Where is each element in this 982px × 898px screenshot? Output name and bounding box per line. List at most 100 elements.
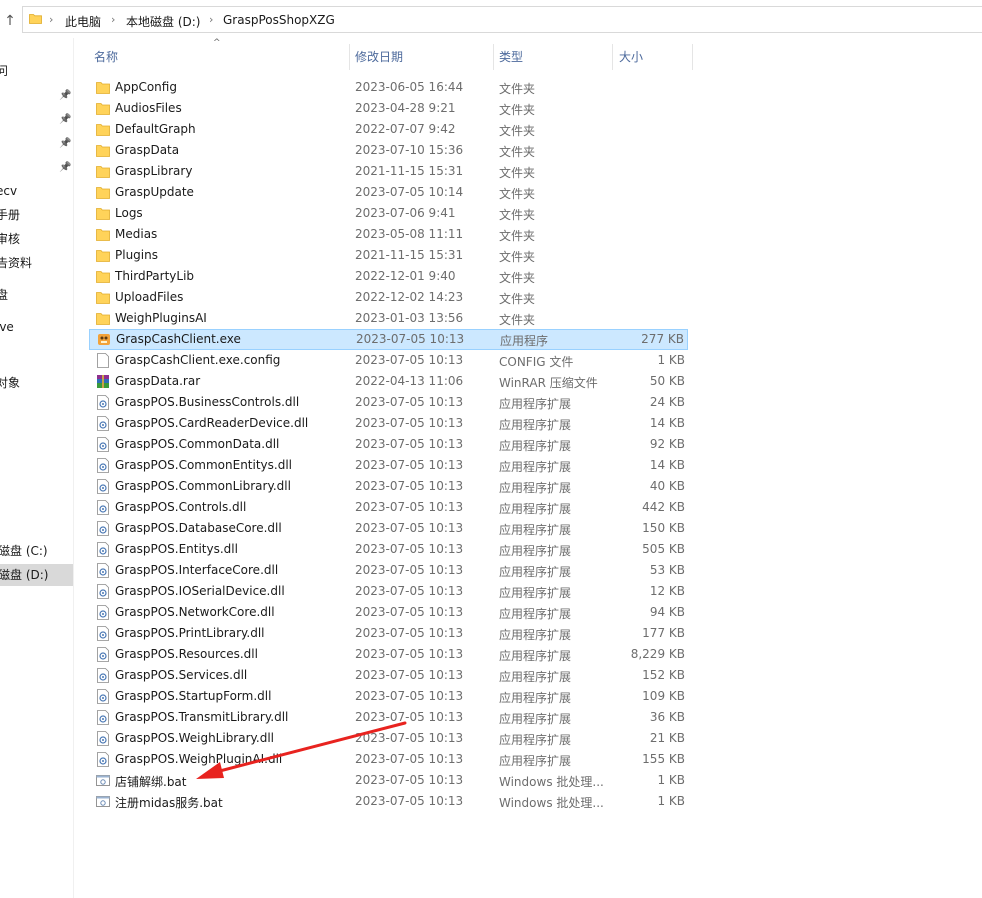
file-row[interactable]: GraspPOS.Controls.dll 2023-07-05 10:13 应用程… <box>89 497 688 518</box>
nav-item[interactable]: 磁盘 (D:) <box>0 564 73 586</box>
file-row[interactable]: GraspPOS.WeighPluginAI.dll 2023-07-05 10:… <box>89 749 688 770</box>
file-row[interactable]: GraspPOS.NetworkCore.dll 2023-07-05 10:13… <box>89 602 688 623</box>
file-row[interactable]: UploadFiles 2022-12-02 14:23 文件夹 <box>89 287 688 308</box>
file-row[interactable]: GraspPOS.Services.dll 2023-07-05 10:13 应用程… <box>89 665 688 686</box>
file-row[interactable]: GraspData 2023-07-10 15:36 文件夹 <box>89 140 688 161</box>
file-date: 2023-05-08 11:11 <box>355 227 464 241</box>
file-row[interactable]: GraspPOS.TransmitLibrary.dll 2023-07-05 1… <box>89 707 688 728</box>
file-row[interactable]: GraspCashClient.exe 2023-07-05 10:13 应用程序 2… <box>89 329 688 350</box>
file-name: GraspPOS.InterfaceCore.dll <box>115 563 279 577</box>
file-row[interactable]: GraspPOS.DatabaseCore.dll 2023-07-05 10:1… <box>89 518 688 539</box>
up-arrow-icon[interactable]: ↑ <box>2 12 18 30</box>
column-header-type[interactable]: 类型 <box>499 44 523 70</box>
breadcrumb-this-pc[interactable]: 此电脑 <box>65 13 101 30</box>
folder-icon <box>96 101 110 116</box>
column-divider[interactable] <box>349 44 350 70</box>
file-row[interactable]: 注册midas服务.bat 2023-07-05 10:13 Windows 批处理… <box>89 791 688 812</box>
file-name: GraspPOS.WeighPluginAI.dll <box>115 752 283 766</box>
dll-icon <box>96 542 110 557</box>
file-name: GraspPOS.Resources.dll <box>115 647 258 661</box>
dll-icon <box>96 647 110 662</box>
folder-icon <box>96 290 110 305</box>
file-name: Plugins <box>115 248 158 262</box>
file-type: Windows 批处理... <box>499 775 604 789</box>
file-row[interactable]: GraspPOS.CommonData.dll 2023-07-05 10:13 应… <box>89 434 688 455</box>
file-date: 2023-07-05 10:13 <box>355 395 464 409</box>
file-date: 2023-07-05 10:13 <box>355 689 464 703</box>
file-row[interactable]: GraspData.rar 2022-04-13 11:06 WinRAR 压缩文件… <box>89 371 688 392</box>
file-size: 1 KB <box>657 353 685 367</box>
file-name: GraspCashClient.exe <box>116 332 241 346</box>
file-date: 2023-07-05 10:13 <box>355 794 464 808</box>
column-divider[interactable] <box>692 44 693 70</box>
file-row[interactable]: GraspCashClient.exe.config 2023-07-05 10:… <box>89 350 688 371</box>
nav-item[interactable]: 问 <box>0 60 73 82</box>
pin-icon[interactable]: 📌 <box>59 114 71 126</box>
file-row[interactable]: Medias 2023-05-08 11:11 文件夹 <box>89 224 688 245</box>
nav-item[interactable]: 磁盘 (C:) <box>0 540 73 562</box>
nav-item[interactable]: 告资料 <box>0 252 73 274</box>
file-size: 12 KB <box>649 584 685 598</box>
file-row[interactable]: GraspPOS.CommonLibrary.dll 2023-07-05 10:… <box>89 476 688 497</box>
pin-icon[interactable]: 📌 <box>59 138 71 150</box>
file-row[interactable]: GraspLibrary 2021-11-15 15:31 文件夹 <box>89 161 688 182</box>
file-row[interactable]: ThirdPartyLib 2022-12-01 9:40 文件夹 <box>89 266 688 287</box>
file-row[interactable]: AudiosFiles 2023-04-28 9:21 文件夹 <box>89 98 688 119</box>
file-row[interactable]: GraspPOS.PrintLibrary.dll 2023-07-05 10:1… <box>89 623 688 644</box>
file-row[interactable]: Logs 2023-07-06 9:41 文件夹 <box>89 203 688 224</box>
column-divider[interactable] <box>612 44 613 70</box>
nav-item[interactable]: 审核 <box>0 228 73 250</box>
nav-item[interactable]: ive <box>0 316 73 338</box>
file-row[interactable]: GraspPOS.WeighLibrary.dll 2023-07-05 10:1… <box>89 728 688 749</box>
file-row[interactable]: AppConfig 2023-06-05 16:44 文件夹 <box>89 77 688 98</box>
file-type: 应用程序扩展 <box>499 670 572 684</box>
file-name: GraspPOS.Services.dll <box>115 668 248 682</box>
address-bar[interactable]: › 此电脑 › 本地磁盘 (D:) › GraspPosShopXZG <box>22 6 982 33</box>
file-row[interactable]: GraspUpdate 2023-07-05 10:14 文件夹 <box>89 182 688 203</box>
dll-icon <box>96 752 110 767</box>
dll-icon <box>96 689 110 704</box>
file-size: 40 KB <box>649 479 685 493</box>
nav-item[interactable]: ecv <box>0 180 73 202</box>
file-type: 应用程序扩展 <box>499 481 572 495</box>
breadcrumb-chevron-icon: › <box>111 13 116 26</box>
file-size: 155 KB <box>642 752 685 766</box>
file-row[interactable]: GraspPOS.CardReaderDevice.dll 2023-07-05 … <box>89 413 688 434</box>
breadcrumb-drive-d[interactable]: 本地磁盘 (D:) <box>126 13 200 30</box>
file-row[interactable]: DefaultGraph 2022-07-07 9:42 文件夹 <box>89 119 688 140</box>
dll-icon <box>96 395 110 410</box>
folder-icon <box>96 185 110 200</box>
file-type: 文件夹 <box>499 229 536 243</box>
nav-item-label: ecv <box>0 184 18 198</box>
pin-icon[interactable]: 📌 <box>59 162 71 174</box>
nav-item[interactable]: 对象 <box>0 372 73 394</box>
file-row[interactable]: GraspPOS.Resources.dll 2023-07-05 10:13 应用… <box>89 644 688 665</box>
column-header-name[interactable]: 名称 <box>94 44 118 70</box>
file-date: 2021-11-15 15:31 <box>355 164 464 178</box>
breadcrumb-current-folder[interactable]: GraspPosShopXZG <box>223 13 335 27</box>
file-row[interactable]: GraspPOS.IOSerialDevice.dll 2023-07-05 10… <box>89 581 688 602</box>
column-header-date[interactable]: 修改日期 <box>355 44 403 70</box>
file-row[interactable]: 店铺解绑.bat 2023-07-05 10:13 Windows 批处理... 1 … <box>89 770 688 791</box>
file-name: GraspPOS.IOSerialDevice.dll <box>115 584 285 598</box>
nav-item-label: 告资料 <box>0 256 33 270</box>
file-row[interactable]: GraspPOS.InterfaceCore.dll 2023-07-05 10:… <box>89 560 688 581</box>
file-row[interactable]: GraspPOS.StartupForm.dll 2023-07-05 10:13… <box>89 686 688 707</box>
file-row[interactable]: GraspPOS.CommonEntitys.dll 2023-07-05 10:… <box>89 455 688 476</box>
file-row[interactable]: GraspPOS.Entitys.dll 2023-07-05 10:13 应用程序… <box>89 539 688 560</box>
folder-icon <box>96 164 110 179</box>
file-size: 177 KB <box>642 626 685 640</box>
file-type: 文件夹 <box>499 292 536 306</box>
nav-item-label: 磁盘 (C:) <box>0 544 48 558</box>
nav-item[interactable]: 手册 <box>0 204 73 226</box>
file-name: WeighPluginsAI <box>115 311 207 325</box>
column-divider[interactable] <box>493 44 494 70</box>
dll-icon <box>96 731 110 746</box>
nav-item[interactable]: 盘 <box>0 284 73 306</box>
file-row[interactable]: GraspPOS.BusinessControls.dll 2023-07-05 … <box>89 392 688 413</box>
folder-icon <box>96 80 110 95</box>
column-header-size[interactable]: 大小 <box>619 44 643 70</box>
file-row[interactable]: WeighPluginsAI 2023-01-03 13:56 文件夹 <box>89 308 688 329</box>
file-row[interactable]: Plugins 2021-11-15 15:31 文件夹 <box>89 245 688 266</box>
pin-icon[interactable]: 📌 <box>59 90 71 102</box>
